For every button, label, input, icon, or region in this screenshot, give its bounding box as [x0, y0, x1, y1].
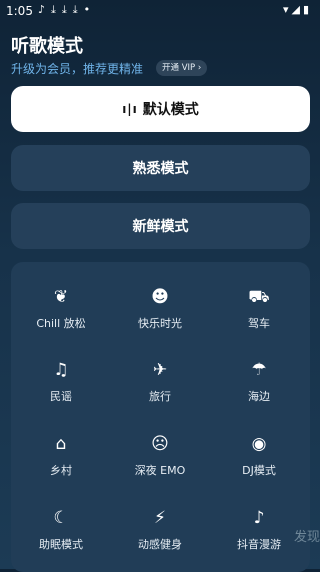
new-mode-label: 新鲜模式	[132, 219, 189, 235]
download-icon: ⤓	[51, 3, 62, 16]
smile-icon: ☻	[151, 287, 169, 307]
scene-beach[interactable]: ☂ 海边	[209, 359, 309, 404]
open-vip-button[interactable]: 开通 VIP ›	[156, 60, 208, 76]
scene-label: 驾车	[248, 317, 270, 330]
signal-icon: ◢	[291, 3, 303, 16]
scene-chill[interactable]: ❦ Chill 放松	[11, 286, 111, 331]
beach-icon: ☂	[251, 360, 267, 380]
scene-mode-panel: ❦ Chill 放松 ☻ 快乐时光 ⛟ 驾车 ♫ 民谣 ✈ 旅行 ☂ 海边 ⌂ …	[11, 262, 310, 572]
scene-fitness[interactable]: ⚡ 动感健身	[110, 507, 210, 552]
status-time: 1:05	[6, 4, 33, 18]
house-icon: ⌂	[55, 434, 67, 454]
scene-label: 海边	[248, 390, 270, 403]
music-note-icon: ♪	[38, 3, 52, 16]
page-title: 听歌模式	[11, 36, 83, 57]
download-icon: ⤓	[61, 3, 73, 16]
scene-label: 深夜 EMO	[134, 464, 186, 477]
dj-icon: ◉	[251, 434, 267, 454]
leaf-icon: ❦	[53, 287, 69, 307]
guitar-icon: ♫	[53, 360, 69, 380]
familiar-mode-label: 熟悉模式	[132, 161, 189, 177]
running-icon: ⚡	[154, 508, 166, 528]
walking-icon: ✈	[152, 360, 168, 380]
scene-label: Chill 放松	[36, 317, 86, 330]
scene-label: 动感健身	[138, 538, 182, 551]
scene-driving[interactable]: ⛟ 驾车	[209, 286, 309, 331]
default-mode-button[interactable]: ı|ı 默认模式	[11, 86, 310, 132]
scene-label: 旅行	[149, 390, 171, 403]
upgrade-subtitle: 升级为会员，推荐更精准	[11, 62, 144, 76]
car-icon: ⛟	[248, 287, 270, 307]
default-mode-label: 默认模式	[142, 102, 199, 118]
status-bar: 1:05 ♪⤓⤓⤓• ▾◢▮	[0, 0, 320, 22]
scene-label: DJ模式	[242, 464, 276, 477]
scene-label: 助眠模式	[39, 538, 83, 551]
scene-happy[interactable]: ☻ 快乐时光	[110, 286, 210, 331]
download-icon: ⤓	[72, 3, 84, 16]
familiar-mode-button[interactable]: 熟悉模式	[11, 145, 310, 191]
scene-sleep[interactable]: ☾ 助眠模式	[11, 507, 111, 552]
scene-label: 快乐时光	[138, 317, 182, 330]
sad-face-icon: ☹	[151, 434, 169, 454]
dot-icon: •	[83, 3, 97, 16]
scene-label: 乡村	[50, 464, 72, 477]
new-mode-button[interactable]: 新鲜模式	[11, 203, 310, 249]
scene-country[interactable]: ⌂ 乡村	[11, 433, 111, 478]
system-icons: ▾◢▮	[283, 3, 312, 16]
scene-dj[interactable]: ◉ DJ模式	[209, 433, 309, 478]
moon-icon: ☾	[53, 508, 69, 528]
chevron-right-icon: ›	[197, 63, 202, 73]
scene-travel[interactable]: ✈ 旅行	[110, 359, 210, 404]
scene-late-night-emo[interactable]: ☹ 深夜 EMO	[110, 433, 210, 478]
scene-folk[interactable]: ♫ 民谣	[11, 359, 111, 404]
scene-label: 民谣	[50, 390, 72, 403]
discover-tab[interactable]: 发现	[294, 526, 320, 545]
vip-button-label: 开通 VIP	[162, 63, 196, 73]
notification-icons: ♪⤓⤓⤓•	[38, 3, 96, 17]
playing-bars-icon: ı|ı	[122, 102, 138, 116]
battery-icon: ▮	[302, 3, 312, 16]
